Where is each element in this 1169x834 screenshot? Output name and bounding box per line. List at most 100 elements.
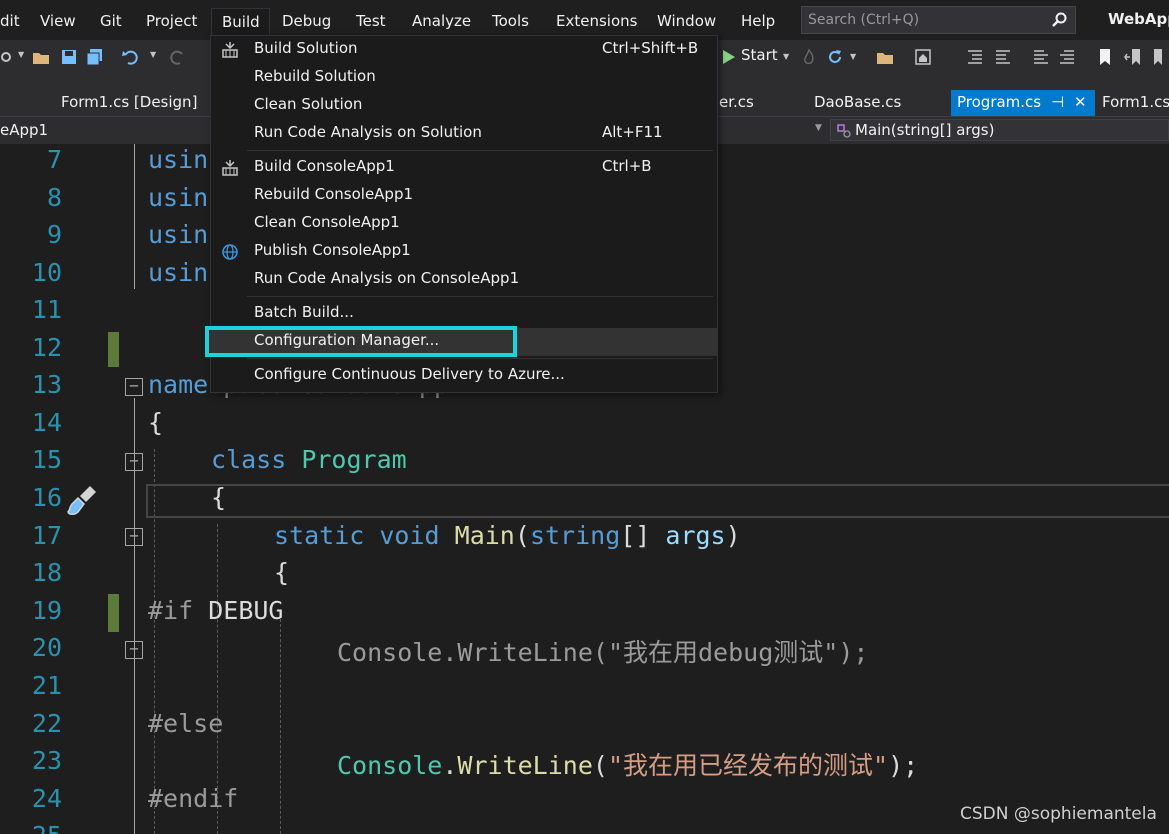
redo-icon[interactable] xyxy=(168,48,186,66)
tab-form1-cs[interactable]: Form1.cs xyxy=(1096,90,1169,116)
project-dropdown[interactable]: eApp1 xyxy=(0,121,48,139)
open-folder-icon[interactable] xyxy=(32,48,50,66)
menu-extensions[interactable]: Extensions xyxy=(554,8,639,34)
start-dropdown-icon[interactable]: ▼ xyxy=(783,52,789,61)
punct: . xyxy=(442,751,458,780)
search-icon xyxy=(1052,12,1067,27)
annotation-highlight-box xyxy=(205,326,517,357)
tab-form1-design[interactable]: Form1.cs [Design] xyxy=(55,90,203,116)
change-marker xyxy=(108,332,119,367)
menu-item-shortcut: Ctrl+Shift+B xyxy=(602,39,699,57)
menu-tools[interactable]: Tools xyxy=(490,8,531,34)
menu-item-run-code-analysis-solution[interactable]: Run Code Analysis on Solution Alt+F11 xyxy=(211,120,717,148)
menu-debug[interactable]: Debug xyxy=(280,8,333,34)
watermark: CSDN @sophiemantela xyxy=(960,804,1157,824)
line-number: 14 xyxy=(31,408,62,437)
menu-test[interactable]: Test xyxy=(354,8,388,34)
hot-reload-flame-icon[interactable] xyxy=(800,48,818,66)
bookmark-next-icon[interactable] xyxy=(1152,48,1169,66)
punct: ); xyxy=(888,751,919,780)
class-name: Console xyxy=(337,638,443,667)
menu-project[interactable]: Project xyxy=(144,8,199,34)
close-icon[interactable]: ✕ xyxy=(1074,90,1087,114)
tab-er-cs[interactable]: er.cs xyxy=(713,90,760,116)
menu-item-rebuild-consoleapp1[interactable]: Rebuild ConsoleApp1 xyxy=(211,182,717,210)
browse-folder-icon[interactable] xyxy=(876,48,894,66)
tab-program-cs[interactable]: Program.cs ⊣ ✕ xyxy=(951,90,1095,116)
comment-icon[interactable] xyxy=(1032,48,1050,66)
uncomment-icon[interactable] xyxy=(1058,48,1076,66)
gear-icon[interactable] xyxy=(0,48,18,66)
menu-item-label: Build ConsoleApp1 xyxy=(254,157,395,175)
symbol: DEBUG xyxy=(208,596,284,625)
line-number: 23 xyxy=(31,746,62,775)
line-number: 24 xyxy=(31,784,62,813)
menu-edit[interactable]: dit xyxy=(0,8,22,34)
code-line-14: { xyxy=(148,408,164,437)
string-literal: "我在用已经发布的测试" xyxy=(607,751,889,780)
line-number: 25 xyxy=(0,821,62,834)
code-line-16: { xyxy=(211,483,227,512)
refresh-dropdown-icon[interactable]: ▼ xyxy=(850,52,856,61)
chevron-down-icon[interactable]: ▼ xyxy=(815,123,822,133)
menu-item-label: Batch Build... xyxy=(254,303,354,321)
line-number: 21 xyxy=(31,671,62,700)
menu-item-build-solution[interactable]: Build Solution Ctrl+Shift+B xyxy=(211,36,717,64)
menu-window[interactable]: Window xyxy=(655,8,718,34)
outdent-icon[interactable] xyxy=(994,48,1012,66)
menu-git[interactable]: Git xyxy=(98,8,124,34)
indent-guide xyxy=(280,619,281,834)
line-number: 15 xyxy=(31,445,62,474)
search-input[interactable]: Search (Ctrl+Q) xyxy=(801,6,1076,34)
menu-item-clean-consoleapp1[interactable]: Clean ConsoleApp1 xyxy=(211,210,717,238)
punct: ( xyxy=(514,521,530,550)
quick-actions-brush-icon[interactable] xyxy=(64,482,100,518)
menu-view[interactable]: View xyxy=(38,8,78,34)
punct: ) xyxy=(725,521,741,550)
menu-item-run-code-analysis-consoleapp1[interactable]: Run Code Analysis on ConsoleApp1 xyxy=(211,266,717,294)
menu-separator xyxy=(247,296,713,297)
menu-item-clean-solution[interactable]: Clean Solution xyxy=(211,92,717,120)
menu-item-rebuild-solution[interactable]: Rebuild Solution xyxy=(211,64,717,92)
menu-analyze[interactable]: Analyze xyxy=(410,8,473,34)
home-icon[interactable] xyxy=(914,48,932,66)
code-line-7: usin xyxy=(148,145,209,174)
code-line-19: #if DEBUG xyxy=(148,596,283,625)
menu-item-batch-build[interactable]: Batch Build... xyxy=(211,300,717,328)
bookmark-icon[interactable] xyxy=(1096,48,1114,66)
line-number: 13 xyxy=(31,370,62,399)
start-play-icon[interactable] xyxy=(720,48,738,66)
pin-icon[interactable]: ⊣ xyxy=(1051,90,1064,114)
line-number: 8 xyxy=(46,183,62,212)
build-icon xyxy=(222,160,238,176)
code-line-18: { xyxy=(274,558,290,587)
menu-item-build-consoleapp1[interactable]: Build ConsoleApp1 Ctrl+B xyxy=(211,154,717,182)
start-button[interactable]: Start xyxy=(741,46,778,64)
undo-icon[interactable] xyxy=(122,48,140,66)
menu-item-publish-consoleapp1[interactable]: Publish ConsoleApp1 xyxy=(211,238,717,266)
menu-item-configure-cd-azure[interactable]: Configure Continuous Delivery to Azure..… xyxy=(211,362,717,390)
tab-daobase[interactable]: DaoBase.cs xyxy=(808,90,907,116)
save-all-icon[interactable] xyxy=(86,48,104,66)
dropdown-caret-icon[interactable]: ▼ xyxy=(18,50,24,59)
save-icon[interactable] xyxy=(60,48,78,66)
menu-item-label: Configure Continuous Delivery to Azure..… xyxy=(254,365,565,383)
app-title: WebApp xyxy=(1108,10,1169,28)
punct: ); xyxy=(838,638,869,667)
param-name: args xyxy=(665,521,726,550)
collapse-toggle[interactable]: − xyxy=(125,378,143,396)
punct: ( xyxy=(592,638,608,667)
menu-help[interactable]: Help xyxy=(739,8,777,34)
menu-build[interactable]: Build xyxy=(211,8,270,36)
member-label: Main(string[] args) xyxy=(855,121,995,139)
keyword: name xyxy=(148,370,209,399)
indent-icon[interactable] xyxy=(966,48,984,66)
menu-item-label: Run Code Analysis on ConsoleApp1 xyxy=(254,269,520,287)
menu-item-label: Run Code Analysis on Solution xyxy=(254,123,482,141)
member-dropdown[interactable]: Main(string[] args) xyxy=(830,119,1169,141)
refresh-icon[interactable] xyxy=(826,48,844,66)
line-number: 9 xyxy=(46,220,62,249)
undo-dropdown-icon[interactable]: ▼ xyxy=(150,50,156,59)
bookmark-prev-icon[interactable] xyxy=(1124,48,1142,66)
current-line-highlight xyxy=(146,484,1169,518)
